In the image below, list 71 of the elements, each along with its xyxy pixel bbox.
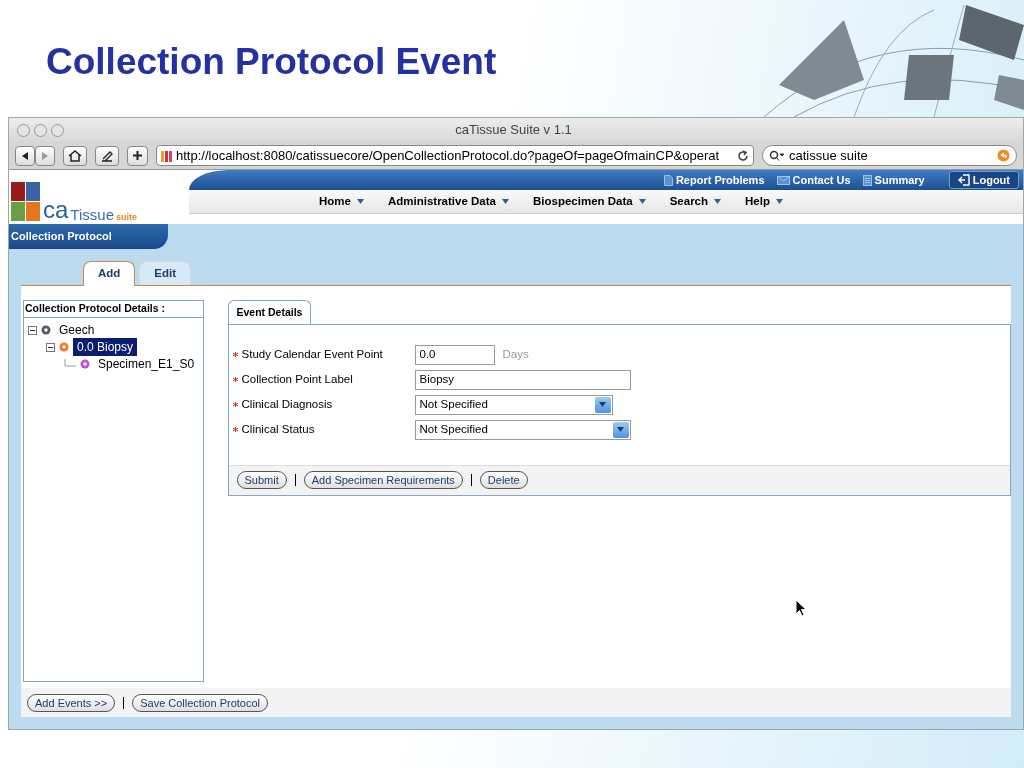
caret-icon — [501, 199, 509, 204]
plus-icon — [132, 150, 143, 161]
required-icon — [232, 352, 238, 358]
tree-title: Collection Protocol Details : — [24, 300, 203, 318]
logo-icon — [11, 182, 41, 222]
tab[interactable]: Edit — [139, 260, 192, 285]
site-icon — [161, 148, 173, 163]
event-details-tab[interactable]: Event Details — [227, 299, 312, 325]
tree-node[interactable]: 0.0 Biopsy — [73, 338, 138, 356]
caret-icon — [638, 199, 646, 204]
tree-node[interactable]: Specimen_E1_S0 — [94, 355, 195, 373]
back-icon — [20, 150, 30, 161]
envelope-icon — [776, 175, 790, 185]
slide-title: Collection Protocol Event — [46, 42, 497, 83]
required-icon — [232, 377, 238, 383]
document-icon — [663, 174, 673, 186]
unit-label: Days — [502, 346, 529, 362]
menu-item[interactable]: Biospecimen Data — [532, 192, 646, 211]
button[interactable]: Save Collection Protocol — [132, 693, 268, 712]
menu-item[interactable]: Help — [745, 192, 783, 211]
collapse-toggle-icon[interactable] — [46, 342, 55, 352]
reload-icon[interactable] — [737, 149, 749, 162]
field-label: Collection Point Label — [241, 372, 353, 385]
edit-button[interactable] — [95, 145, 119, 166]
section-header: Collection Protocol — [9, 224, 168, 249]
tab[interactable]: Add — [83, 260, 136, 286]
logout-icon — [957, 174, 970, 186]
home-button[interactable] — [63, 145, 87, 166]
link[interactable]: Report Problems — [675, 171, 765, 189]
mouse-cursor-icon — [795, 599, 807, 617]
logo-suffix: suite — [116, 213, 137, 222]
caret-icon — [714, 199, 722, 204]
forward-icon — [40, 150, 50, 161]
button[interactable]: Add Specimen Requirements — [303, 471, 463, 490]
field-label: Study Calendar Event Point — [241, 347, 383, 360]
button[interactable]: Add Events >> — [27, 693, 116, 712]
search-field[interactable]: catissue suite — [762, 145, 1017, 166]
pencil-icon — [100, 149, 114, 162]
node-icon — [41, 325, 51, 335]
field-label: Clinical Status — [241, 422, 315, 435]
window-title: caTissue Suite v 1.1 — [454, 121, 573, 140]
field-label: Clinical Diagnosis — [241, 397, 333, 410]
tree-node[interactable]: Geech — [55, 321, 95, 339]
logout-button[interactable]: Logout — [948, 170, 1019, 190]
collapse-toggle-icon[interactable] — [28, 325, 37, 335]
home-icon — [68, 149, 82, 162]
input-field[interactable]: 0.0 — [414, 344, 495, 365]
back-button[interactable] — [15, 145, 35, 166]
link[interactable]: Summary — [874, 171, 925, 189]
menu-item[interactable]: Search — [669, 192, 722, 211]
list-icon — [862, 174, 872, 186]
caret-icon — [356, 199, 364, 204]
menu-item[interactable]: Administrative Data — [387, 192, 509, 211]
logo-text: Tissue — [70, 207, 114, 222]
dropdown[interactable]: Not Specified — [414, 394, 613, 415]
node-icon — [80, 359, 90, 369]
link[interactable]: Contact Us — [792, 171, 851, 189]
menu-item[interactable]: Home — [319, 192, 364, 211]
add-bookmark-button[interactable] — [127, 145, 148, 166]
node-icon — [59, 342, 69, 352]
required-icon — [232, 402, 238, 408]
logo-text: ca — [43, 198, 69, 222]
caret-icon — [775, 199, 783, 204]
required-icon — [232, 427, 238, 433]
button[interactable]: Submit — [236, 471, 287, 490]
tree-line — [64, 359, 76, 369]
button[interactable]: Delete — [479, 471, 528, 490]
dropdown[interactable]: Not Specified — [414, 419, 631, 440]
address-field[interactable]: http://localhost:8080/catissuecore/OpenCollectionProtocol.do?pageOf=pageOfmainCP&operat — [156, 145, 754, 166]
input-field[interactable]: Biopsy — [414, 369, 631, 390]
search-icon — [769, 149, 785, 162]
